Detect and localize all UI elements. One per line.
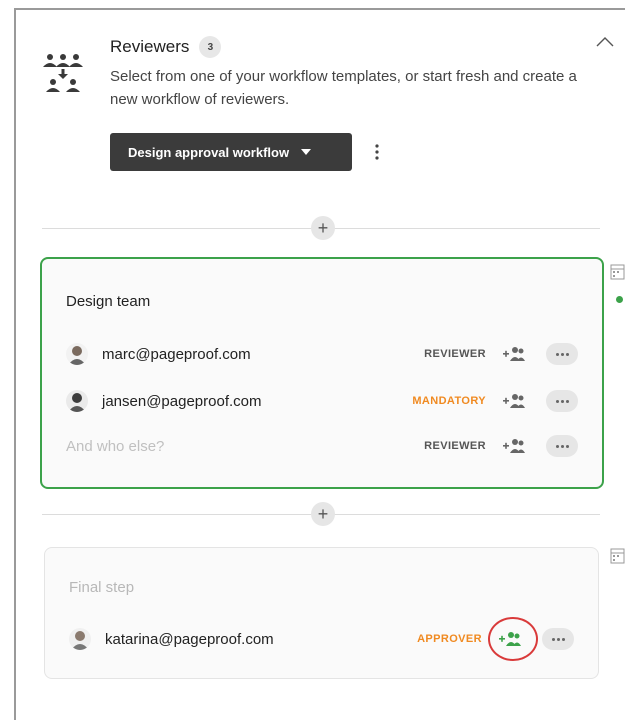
add-people-icon[interactable] xyxy=(502,437,526,455)
highlight-ring xyxy=(488,617,538,661)
workflow-template-label: Design approval workflow xyxy=(128,144,290,160)
calendar-icon[interactable] xyxy=(610,263,625,280)
role-dropdown[interactable]: REVIEWER xyxy=(424,348,486,360)
reviewer-email[interactable]: katarina@pageproof.com xyxy=(105,631,417,648)
add-step-button[interactable]: + xyxy=(311,502,335,526)
ellipsis-icon[interactable] xyxy=(546,435,578,457)
reviewers-header: Reviewers 3 xyxy=(110,36,222,58)
ellipsis-icon[interactable] xyxy=(546,343,578,365)
calendar-icon[interactable] xyxy=(610,547,625,564)
reviewer-email[interactable]: jansen@pageproof.com xyxy=(102,393,412,410)
section-title: Reviewers xyxy=(110,37,190,56)
add-people-icon[interactable] xyxy=(502,392,526,410)
kebab-menu-icon[interactable] xyxy=(371,142,383,162)
avatar xyxy=(66,343,88,365)
status-dot xyxy=(616,296,623,303)
step-title[interactable]: Design team xyxy=(66,293,150,310)
ellipsis-icon[interactable] xyxy=(542,628,574,650)
add-people-icon[interactable] xyxy=(502,345,526,363)
step-title[interactable]: Final step xyxy=(69,579,134,596)
workflow-template-dropdown[interactable]: Design approval workflow xyxy=(110,133,352,171)
new-reviewer-row: And who else? REVIEWER xyxy=(66,431,578,461)
reviewer-row: jansen@pageproof.com MANDATORY xyxy=(66,386,578,416)
role-dropdown[interactable]: REVIEWER xyxy=(424,440,486,452)
role-dropdown[interactable]: MANDATORY xyxy=(412,395,486,407)
avatar xyxy=(66,390,88,412)
add-reviewer-input[interactable]: And who else? xyxy=(66,438,424,455)
people-workflow-icon xyxy=(43,54,83,92)
avatar xyxy=(69,628,91,650)
step-card-design-team: Design team marc@pageproof.com REVIEWER … xyxy=(40,257,604,489)
add-step-button[interactable]: + xyxy=(311,216,335,240)
reviewer-row: marc@pageproof.com REVIEWER xyxy=(66,339,578,369)
section-description: Select from one of your workflow templat… xyxy=(110,68,577,108)
reviewer-count-badge: 3 xyxy=(199,36,222,58)
add-step-separator: + xyxy=(42,502,600,526)
caret-down-icon xyxy=(301,149,312,155)
chevron-up-icon[interactable] xyxy=(594,34,616,50)
ellipsis-icon[interactable] xyxy=(546,390,578,412)
reviewer-email[interactable]: marc@pageproof.com xyxy=(102,346,424,363)
add-step-separator: + xyxy=(42,216,600,240)
role-dropdown[interactable]: APPROVER xyxy=(417,633,482,645)
